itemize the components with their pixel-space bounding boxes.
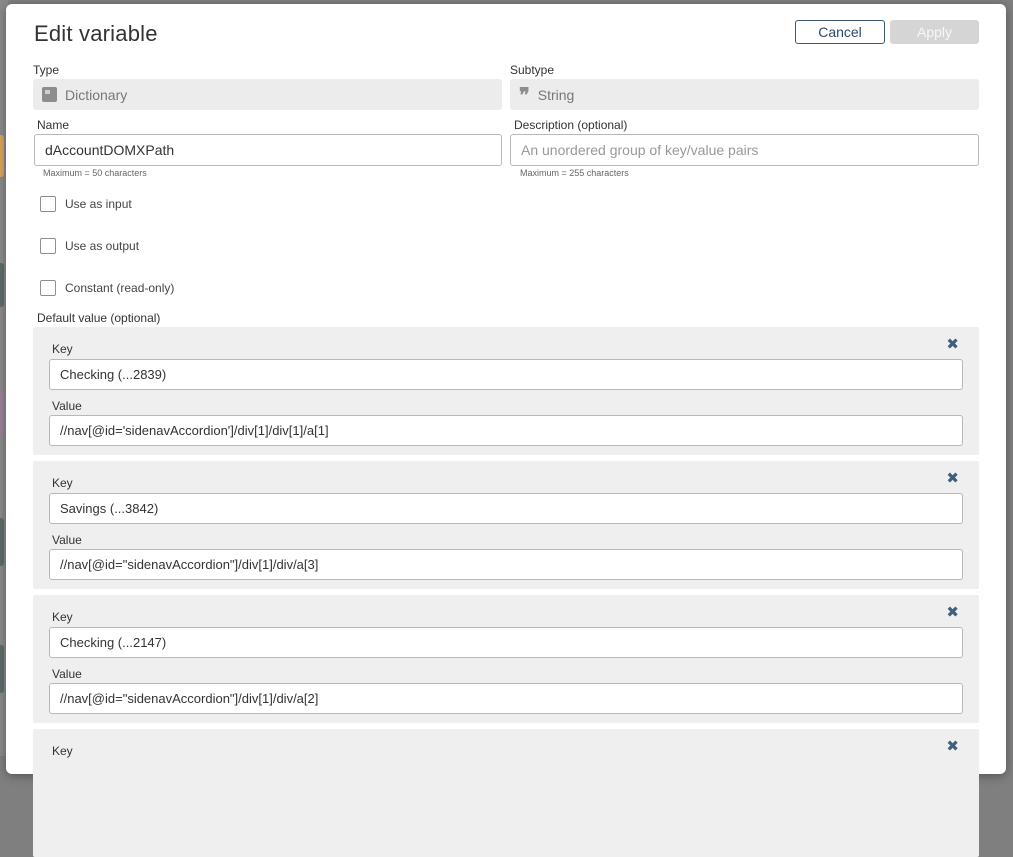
key-input[interactable] <box>49 627 963 658</box>
name-label: Name <box>37 118 70 132</box>
background-tile <box>0 135 4 177</box>
value-input[interactable] <box>49 415 963 446</box>
dialog-title: Edit variable <box>34 21 158 46</box>
remove-pair-icon[interactable]: ✖ <box>946 471 959 486</box>
cancel-button[interactable]: Cancel <box>795 20 885 44</box>
use-as-input-checkbox[interactable] <box>40 196 56 212</box>
use-as-input-label: Use as input <box>65 197 132 211</box>
type-value: Dictionary <box>65 86 128 103</box>
value-label: Value <box>52 533 82 547</box>
key-label: Key <box>52 610 73 624</box>
description-input[interactable] <box>510 134 979 166</box>
name-hint: Maximum = 50 characters <box>43 168 147 178</box>
key-label: Key <box>52 342 73 356</box>
key-value-pair: Key ✖ Value <box>33 595 979 723</box>
background-tile <box>0 390 4 436</box>
apply-button[interactable]: Apply <box>890 20 979 44</box>
type-label: Type <box>33 63 60 77</box>
subtype-field: ❞ String <box>510 79 979 110</box>
background-tile <box>0 518 4 566</box>
key-value-pair: Key ✖ Value <box>33 461 979 589</box>
constant-option[interactable]: Constant (read-only) <box>40 280 174 296</box>
default-value-label: Default value (optional) <box>37 311 161 325</box>
value-label: Value <box>52 399 82 413</box>
key-value-pair: Key ✖ Value <box>33 327 979 455</box>
value-input[interactable] <box>49 549 963 580</box>
description-hint: Maximum = 255 characters <box>520 168 629 178</box>
use-as-output-checkbox[interactable] <box>40 238 56 254</box>
edit-variable-dialog: Edit variable Cancel Apply Type Dictiona… <box>6 4 1006 857</box>
constant-label: Constant (read-only) <box>65 281 175 295</box>
description-label: Description (optional) <box>514 118 628 132</box>
subtype-label: Subtype <box>510 63 555 77</box>
key-input[interactable] <box>49 493 963 524</box>
subtype-value: String <box>537 86 575 103</box>
constant-checkbox[interactable] <box>40 280 56 296</box>
dictionary-icon <box>42 87 57 102</box>
type-field: Dictionary <box>33 79 502 110</box>
remove-pair-icon[interactable]: ✖ <box>946 605 959 620</box>
use-as-output-label: Use as output <box>65 239 140 253</box>
key-label: Key <box>52 476 73 490</box>
use-as-input-option[interactable]: Use as input <box>40 196 132 212</box>
remove-pair-icon[interactable]: ✖ <box>946 739 959 754</box>
background-tile <box>0 645 4 693</box>
quote-icon: ❞ <box>519 82 530 107</box>
remove-pair-icon[interactable]: ✖ <box>946 337 959 352</box>
value-label: Value <box>52 667 82 681</box>
background-tile <box>0 263 4 307</box>
use-as-output-option[interactable]: Use as output <box>40 238 139 254</box>
key-input[interactable] <box>49 359 963 390</box>
name-input[interactable] <box>34 134 502 166</box>
key-value-pair: Key ✖ <box>33 729 979 857</box>
value-input[interactable] <box>49 683 963 714</box>
